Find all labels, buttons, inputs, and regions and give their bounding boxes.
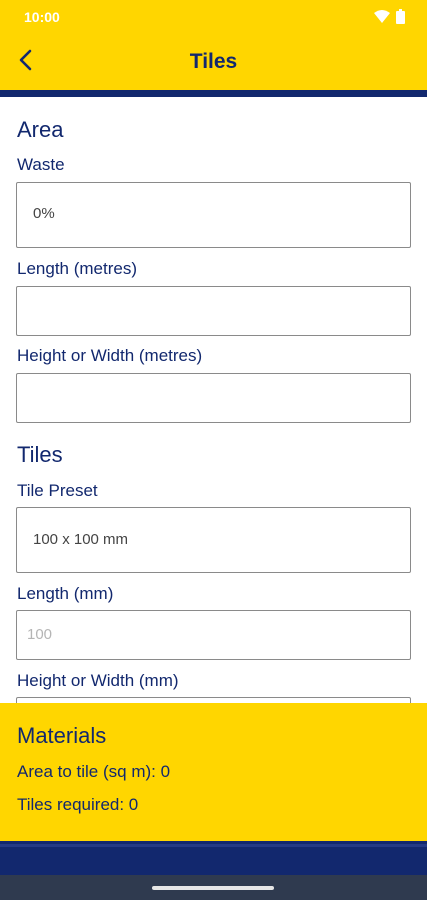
area-to-tile-result: Area to tile (sq m): 0 (17, 762, 171, 781)
tile-preset-select[interactable]: 100 x 100 mm (16, 507, 411, 573)
area-length-label: Length (metres) (17, 259, 137, 278)
waste-value: 0% (33, 205, 55, 222)
tile-length-label: Length (mm) (17, 584, 114, 603)
app-bar-divider (0, 90, 427, 97)
tile-length-placeholder: 100 (27, 626, 53, 643)
tile-preset-value: 100 x 100 mm (33, 531, 129, 548)
form-scroll-area[interactable]: Area Waste 0% Length (metres) Height or … (0, 97, 427, 703)
waste-label: Waste (17, 155, 65, 174)
wifi-icon (374, 9, 390, 29)
status-icons (374, 9, 405, 29)
tiles-section-title: Tiles (17, 442, 63, 467)
home-gesture-handle[interactable] (152, 886, 274, 890)
area-section-title: Area (17, 117, 64, 142)
status-time: 10:00 (24, 9, 60, 25)
status-bar: 10:00 (0, 0, 427, 34)
materials-title: Materials (17, 723, 107, 748)
tile-length-input[interactable]: 100 (16, 610, 411, 660)
materials-panel: Materials Area to tile (sq m): 0 Tiles r… (0, 703, 427, 841)
area-height-width-input[interactable] (16, 373, 411, 423)
tile-preset-label: Tile Preset (17, 481, 98, 500)
bottom-stripe-accent (0, 844, 427, 847)
app-bar: Tiles (0, 34, 427, 90)
area-length-input[interactable] (16, 286, 411, 336)
waste-input[interactable]: 0% (16, 182, 411, 248)
tile-height-width-label: Height or Width (mm) (17, 671, 179, 690)
battery-icon (396, 9, 405, 29)
page-title: Tiles (189, 50, 238, 73)
area-height-width-label: Height or Width (metres) (17, 346, 203, 365)
tiles-required-result: Tiles required: 0 (17, 795, 139, 814)
